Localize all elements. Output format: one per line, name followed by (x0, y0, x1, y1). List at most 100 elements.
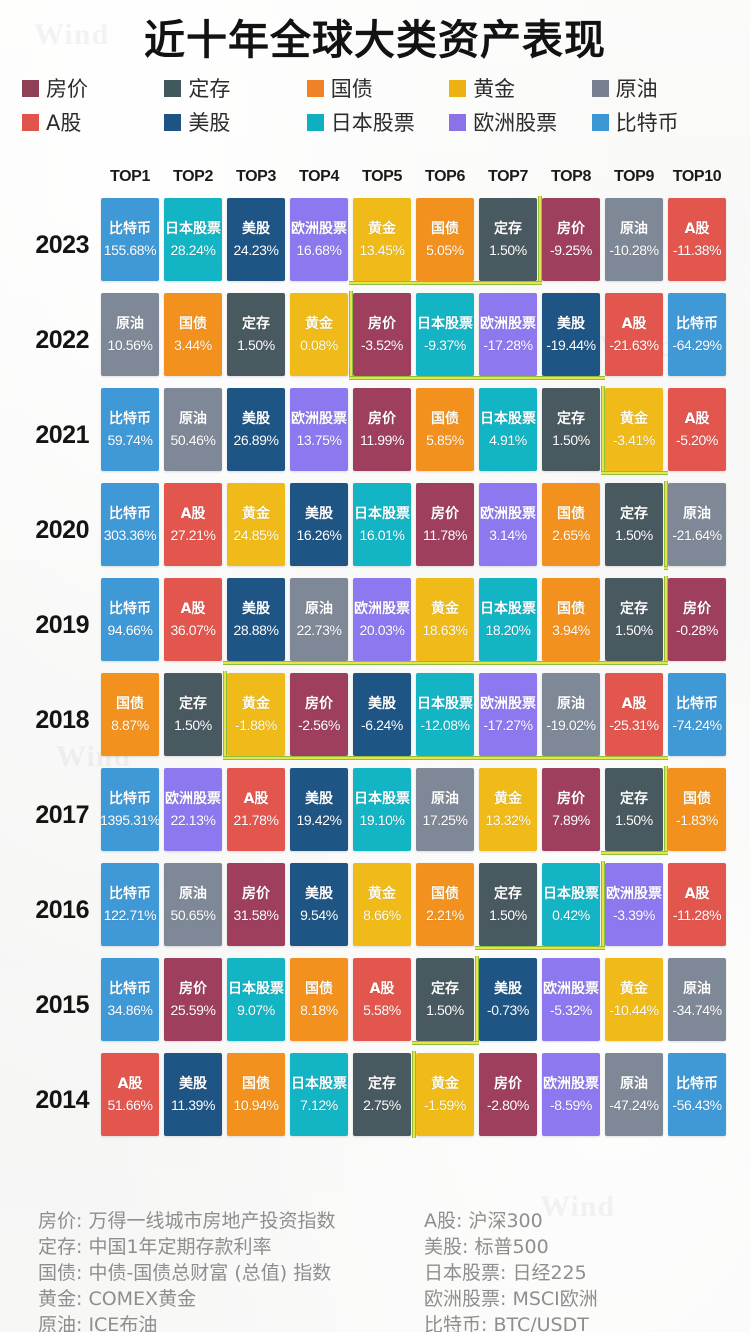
grid-cell[interactable]: 国债 3.44% (164, 293, 222, 376)
grid-cell[interactable]: 欧洲股票 -17.27% (479, 673, 537, 756)
grid-cell[interactable]: 定存 1.50% (164, 673, 222, 756)
grid-cell[interactable]: 原油 17.25% (416, 768, 474, 851)
grid-cell[interactable]: 比特币 303.36% (101, 483, 159, 566)
grid-cell[interactable]: 国债 5.05% (416, 198, 474, 281)
grid-cell[interactable]: 黄金 -10.44% (605, 958, 663, 1041)
grid-cell[interactable]: 房价 -9.25% (542, 198, 600, 281)
grid-cell[interactable]: 黄金 18.63% (416, 578, 474, 661)
grid-cell[interactable]: 比特币 1395.31% (101, 768, 159, 851)
grid-cell[interactable]: 原油 -10.28% (605, 198, 663, 281)
grid-cell[interactable]: 原油 22.73% (290, 578, 348, 661)
grid-cell[interactable]: 黄金 -3.41% (605, 388, 663, 471)
grid-cell[interactable]: 比特币 34.86% (101, 958, 159, 1041)
grid-cell[interactable]: 欧洲股票 20.03% (353, 578, 411, 661)
grid-cell[interactable]: 定存 1.50% (605, 768, 663, 851)
grid-cell[interactable]: 日本股票 18.20% (479, 578, 537, 661)
grid-cell[interactable]: 黄金 13.32% (479, 768, 537, 851)
grid-cell[interactable]: 房价 11.99% (353, 388, 411, 471)
grid-cell[interactable]: 国债 2.21% (416, 863, 474, 946)
grid-cell[interactable]: 日本股票 19.10% (353, 768, 411, 851)
grid-cell[interactable]: 原油 -19.02% (542, 673, 600, 756)
grid-cell[interactable]: 国债 8.87% (101, 673, 159, 756)
grid-cell[interactable]: 黄金 -1.59% (416, 1053, 474, 1136)
grid-cell[interactable]: 美股 -6.24% (353, 673, 411, 756)
grid-cell[interactable]: 美股 26.89% (227, 388, 285, 471)
grid-cell[interactable]: 原油 10.56% (101, 293, 159, 376)
grid-cell[interactable]: A股 36.07% (164, 578, 222, 661)
grid-cell[interactable]: A股 -5.20% (668, 388, 726, 471)
grid-cell[interactable]: 欧洲股票 22.13% (164, 768, 222, 851)
grid-cell[interactable]: 比特币 122.71% (101, 863, 159, 946)
grid-cell[interactable]: 美股 -0.73% (479, 958, 537, 1041)
grid-cell[interactable]: 国债 -1.83% (668, 768, 726, 851)
grid-cell[interactable]: 房价 -2.56% (290, 673, 348, 756)
grid-cell[interactable]: 原油 50.46% (164, 388, 222, 471)
grid-cell[interactable]: 日本股票 4.91% (479, 388, 537, 471)
grid-cell[interactable]: A股 -11.38% (668, 198, 726, 281)
grid-cell[interactable]: 美股 16.26% (290, 483, 348, 566)
grid-cell[interactable]: 黄金 8.66% (353, 863, 411, 946)
grid-cell[interactable]: 日本股票 -9.37% (416, 293, 474, 376)
grid-cell[interactable]: 房价 11.78% (416, 483, 474, 566)
grid-cell[interactable]: 房价 -3.52% (353, 293, 411, 376)
grid-cell[interactable]: A股 51.66% (101, 1053, 159, 1136)
grid-cell[interactable]: 欧洲股票 -5.32% (542, 958, 600, 1041)
grid-cell[interactable]: 美股 11.39% (164, 1053, 222, 1136)
grid-cell[interactable]: 日本股票 16.01% (353, 483, 411, 566)
grid-cell[interactable]: 国债 2.65% (542, 483, 600, 566)
grid-cell[interactable]: 定存 1.50% (542, 388, 600, 471)
grid-cell[interactable]: 房价 31.58% (227, 863, 285, 946)
grid-cell[interactable]: 日本股票 -12.08% (416, 673, 474, 756)
grid-cell[interactable]: 日本股票 0.42% (542, 863, 600, 946)
grid-cell[interactable]: A股 -11.28% (668, 863, 726, 946)
grid-cell[interactable]: 房价 -0.28% (668, 578, 726, 661)
grid-cell[interactable]: A股 21.78% (227, 768, 285, 851)
grid-cell[interactable]: A股 -21.63% (605, 293, 663, 376)
grid-cell[interactable]: 黄金 24.85% (227, 483, 285, 566)
grid-cell[interactable]: 欧洲股票 13.75% (290, 388, 348, 471)
grid-cell[interactable]: 定存 1.50% (227, 293, 285, 376)
grid-cell[interactable]: 欧洲股票 16.68% (290, 198, 348, 281)
grid-cell[interactable]: 黄金 13.45% (353, 198, 411, 281)
grid-cell[interactable]: 原油 -21.64% (668, 483, 726, 566)
grid-cell[interactable]: 美股 19.42% (290, 768, 348, 851)
grid-cell[interactable]: 房价 -2.80% (479, 1053, 537, 1136)
grid-cell[interactable]: 欧洲股票 3.14% (479, 483, 537, 566)
grid-cell[interactable]: A股 5.58% (353, 958, 411, 1041)
grid-cell[interactable]: 比特币 155.68% (101, 198, 159, 281)
grid-cell[interactable]: 欧洲股票 -3.39% (605, 863, 663, 946)
grid-cell[interactable]: 定存 1.50% (479, 198, 537, 281)
grid-cell[interactable]: 原油 -47.24% (605, 1053, 663, 1136)
grid-cell[interactable]: 日本股票 7.12% (290, 1053, 348, 1136)
grid-cell[interactable]: 美股 24.23% (227, 198, 285, 281)
grid-cell[interactable]: 定存 2.75% (353, 1053, 411, 1136)
grid-cell[interactable]: 国债 10.94% (227, 1053, 285, 1136)
grid-cell[interactable]: 国债 8.18% (290, 958, 348, 1041)
grid-cell[interactable]: 比特币 -56.43% (668, 1053, 726, 1136)
grid-cell[interactable]: 定存 1.50% (479, 863, 537, 946)
grid-cell[interactable]: 美股 28.88% (227, 578, 285, 661)
grid-cell[interactable]: 定存 1.50% (605, 578, 663, 661)
grid-cell[interactable]: 比特币 -74.24% (668, 673, 726, 756)
grid-cell[interactable]: 美股 -19.44% (542, 293, 600, 376)
grid-cell[interactable]: 比特币 94.66% (101, 578, 159, 661)
grid-cell[interactable]: 比特币 -64.29% (668, 293, 726, 376)
grid-cell[interactable]: A股 -25.31% (605, 673, 663, 756)
grid-cell[interactable]: 黄金 -1.88% (227, 673, 285, 756)
grid-cell[interactable]: 定存 1.50% (416, 958, 474, 1041)
grid-cell[interactable]: 房价 7.89% (542, 768, 600, 851)
grid-cell[interactable]: 房价 25.59% (164, 958, 222, 1041)
grid-cell[interactable]: 定存 1.50% (605, 483, 663, 566)
grid-cell[interactable]: 国债 3.94% (542, 578, 600, 661)
grid-cell[interactable]: 比特币 59.74% (101, 388, 159, 471)
grid-cell[interactable]: 原油 -34.74% (668, 958, 726, 1041)
grid-cell[interactable]: A股 27.21% (164, 483, 222, 566)
grid-cell[interactable]: 欧洲股票 -8.59% (542, 1053, 600, 1136)
grid-cell[interactable]: 国债 5.85% (416, 388, 474, 471)
grid-cell[interactable]: 原油 50.65% (164, 863, 222, 946)
grid-cell[interactable]: 黄金 0.08% (290, 293, 348, 376)
grid-cell[interactable]: 欧洲股票 -17.28% (479, 293, 537, 376)
grid-cell[interactable]: 日本股票 9.07% (227, 958, 285, 1041)
grid-cell[interactable]: 美股 9.54% (290, 863, 348, 946)
grid-cell[interactable]: 日本股票 28.24% (164, 198, 222, 281)
